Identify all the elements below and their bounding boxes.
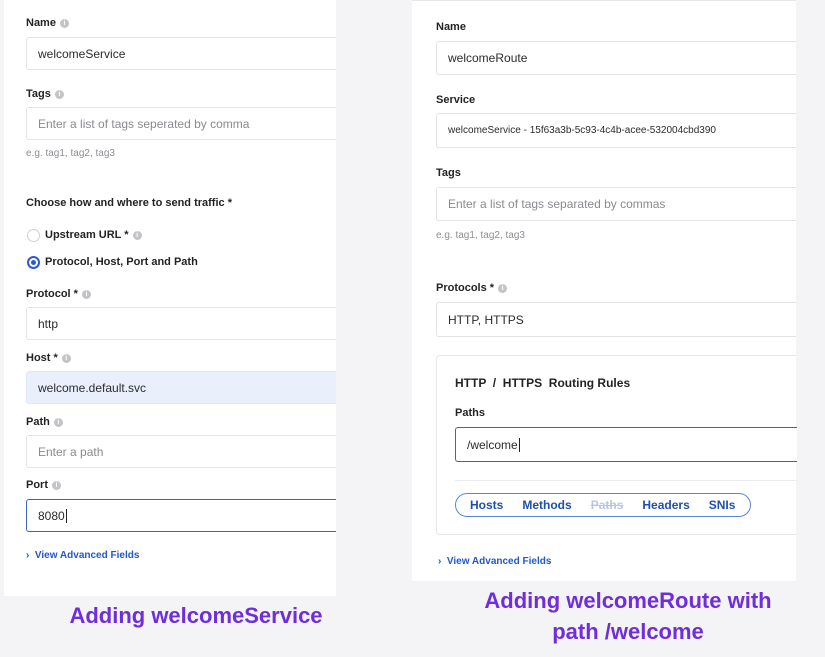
host-input[interactable]: welcome.default.svc: [26, 371, 336, 404]
chevron-right-icon: ›: [438, 556, 442, 567]
route-service-label: Service: [436, 94, 476, 106]
tab-headers[interactable]: Headers: [642, 498, 689, 512]
service-tags-input[interactable]: Enter a list of tags seperated by comma: [26, 107, 336, 140]
info-icon[interactable]: i: [61, 354, 71, 363]
port-label: Port i: [26, 479, 61, 491]
tab-paths[interactable]: Paths: [591, 498, 624, 512]
route-service-select[interactable]: welcomeService - 15f63a3b-5c93-4c4b-acee…: [436, 113, 796, 148]
protocols-select[interactable]: HTTP, HTTPS: [436, 302, 796, 337]
info-icon[interactable]: i: [53, 418, 63, 427]
info-icon[interactable]: i: [52, 481, 61, 490]
paths-input[interactable]: /welcome: [455, 427, 797, 462]
protocols-label: Protocols * i: [436, 282, 508, 294]
port-input[interactable]: 8080: [26, 499, 336, 532]
tab-hosts[interactable]: Hosts: [470, 498, 503, 512]
upstream-url-option-label[interactable]: Upstream URL * i: [45, 229, 142, 241]
path-label: Path i: [26, 416, 63, 428]
routing-rule-tabs: Hosts Methods Paths Headers SNIs: [455, 493, 751, 517]
tab-methods[interactable]: Methods: [522, 498, 571, 512]
tab-snis[interactable]: SNIs: [709, 498, 736, 512]
info-icon[interactable]: i: [54, 90, 64, 99]
route-tags-label: Tags: [436, 167, 461, 179]
path-input[interactable]: Enter a path: [26, 435, 336, 468]
service-form-panel: Name i welcomeService Tags i Enter a list …: [4, 0, 336, 596]
upstream-url-radio[interactable]: [27, 229, 40, 242]
divider: [455, 480, 797, 481]
route-view-advanced-fields-link[interactable]: › View Advanced Fields: [438, 556, 551, 567]
protocol-host-port-path-option-label[interactable]: Protocol, Host, Port and Path: [45, 256, 198, 268]
service-name-label: Name i: [26, 17, 69, 29]
info-icon[interactable]: i: [132, 231, 142, 240]
route-tags-hint: e.g. tag1, tag2, tag3: [436, 230, 525, 241]
host-label: Host * i: [26, 352, 71, 364]
caption-adding-route-line2: path /welcome: [552, 619, 704, 644]
traffic-heading: Choose how and where to send traffic *: [26, 197, 232, 209]
service-tags-label: Tags i: [26, 88, 64, 100]
caption-adding-route: Adding welcomeRoute with path /welcome: [462, 585, 794, 647]
text-caret: [65, 508, 67, 523]
text-caret: [518, 437, 520, 452]
info-icon[interactable]: i: [59, 19, 69, 28]
paths-label: Paths: [455, 407, 485, 419]
route-form-panel: Name welcomeRoute Service welcomeService…: [412, 0, 797, 581]
route-tags-input[interactable]: Enter a list of tags separated by commas: [436, 187, 796, 221]
routing-rules-card: HTTP / HTTPS Routing Rules Paths /welcom…: [436, 355, 797, 535]
routing-rules-title: HTTP / HTTPS Routing Rules: [455, 376, 631, 390]
route-name-input[interactable]: welcomeRoute: [436, 41, 796, 75]
protocol-label: Protocol * i: [26, 288, 91, 300]
protocol-input[interactable]: http: [26, 307, 336, 340]
service-tags-hint: e.g. tag1, tag2, tag3: [26, 148, 115, 159]
info-icon[interactable]: i: [81, 290, 91, 299]
protocol-host-port-path-radio[interactable]: [27, 256, 40, 269]
caption-adding-route-line1: Adding welcomeRoute with: [484, 588, 772, 613]
service-view-advanced-fields-link[interactable]: › View Advanced Fields: [26, 550, 139, 561]
route-name-label: Name: [436, 21, 466, 33]
caption-adding-service: Adding welcomeService: [69, 603, 323, 628]
chevron-right-icon: ›: [26, 550, 30, 561]
info-icon[interactable]: i: [498, 284, 508, 293]
service-name-input[interactable]: welcomeService: [26, 37, 336, 70]
